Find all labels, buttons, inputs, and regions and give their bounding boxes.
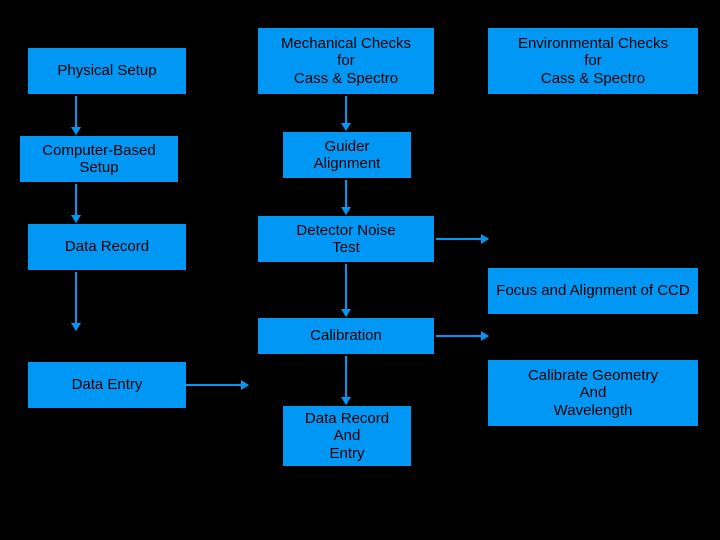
label: Data Record And Entry xyxy=(305,410,389,462)
box-data-record: Data Record xyxy=(28,224,186,270)
box-focus-alignment-ccd: Focus and Alignment of CCD xyxy=(488,268,698,314)
label: Mechanical Checks for Cass & Spectro xyxy=(281,35,411,87)
label: Calibration xyxy=(310,327,382,344)
arrow-down-icon xyxy=(75,96,77,134)
box-detector-noise-test: Detector Noise Test xyxy=(258,216,434,262)
box-calibration: Calibration xyxy=(258,318,434,354)
label: Detector Noise Test xyxy=(296,222,395,257)
label: Focus and Alignment of CCD xyxy=(496,282,689,299)
box-environmental-checks: Environmental Checks for Cass & Spectro xyxy=(488,28,698,94)
arrow-down-icon xyxy=(345,264,347,316)
arrow-right-icon xyxy=(436,238,488,240)
label: Data Record xyxy=(65,238,149,255)
box-calibrate-geometry-wavelength: Calibrate Geometry And Wavelength xyxy=(488,360,698,426)
arrow-down-icon xyxy=(75,184,77,222)
box-guider-alignment: Guider Alignment xyxy=(283,132,411,178)
box-physical-setup: Physical Setup xyxy=(28,48,186,94)
flowchart-diagram: Physical Setup Computer-Based Setup Data… xyxy=(0,0,720,540)
box-computer-based-setup: Computer-Based Setup xyxy=(20,136,178,182)
label: Physical Setup xyxy=(57,62,156,79)
box-data-entry: Data Entry xyxy=(28,362,186,408)
label: Calibrate Geometry And Wavelength xyxy=(528,367,658,419)
arrow-right-icon xyxy=(436,335,488,337)
label: Data Entry xyxy=(72,376,143,393)
arrow-down-icon xyxy=(345,96,347,130)
arrow-right-icon xyxy=(186,384,248,386)
label: Environmental Checks for Cass & Spectro xyxy=(518,35,668,87)
arrow-down-icon xyxy=(345,356,347,404)
arrow-down-icon xyxy=(345,180,347,214)
box-data-record-and-entry: Data Record And Entry xyxy=(283,406,411,466)
box-mechanical-checks: Mechanical Checks for Cass & Spectro xyxy=(258,28,434,94)
label: Computer-Based Setup xyxy=(27,142,171,177)
label: Guider Alignment xyxy=(314,138,381,173)
arrow-down-icon xyxy=(75,272,77,330)
